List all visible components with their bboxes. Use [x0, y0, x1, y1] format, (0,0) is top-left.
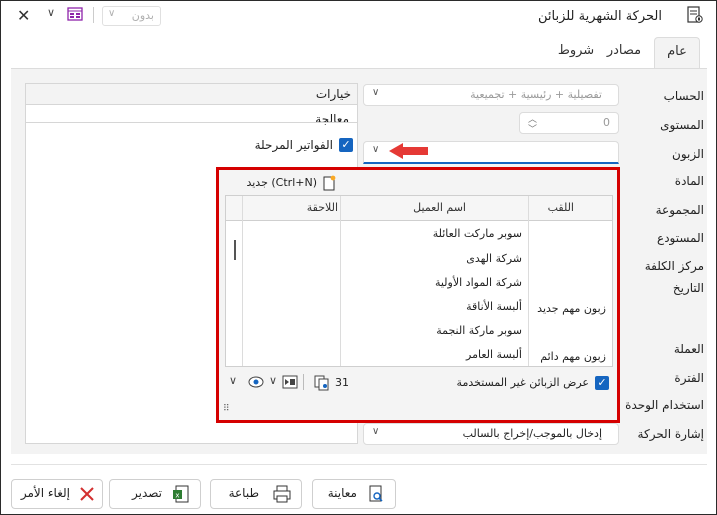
grid-cell-title[interactable]: زبون مهم دائم [540, 350, 606, 363]
movement-sign-select[interactable]: إدخال بالموجب/إخراج بالسالب ∨ [363, 423, 619, 445]
chevron-down-icon: ∨ [372, 144, 380, 155]
new-document-icon[interactable] [322, 175, 336, 191]
window-title: الحركة الشهرية للزبائن [537, 9, 662, 24]
scroll-handle[interactable] [234, 240, 236, 260]
excel-export-icon: x [173, 485, 189, 503]
customer-label: الزبون [672, 147, 704, 161]
preview-icon [369, 485, 383, 502]
tab-general[interactable]: عام [654, 37, 700, 69]
window-layout-icon[interactable] [66, 5, 84, 23]
posted-invoices-label: الفواتير المرحلة [254, 138, 333, 152]
currency-label: العملة [673, 342, 704, 356]
toolbar-divider [93, 7, 94, 23]
preview-button[interactable]: معاينة [312, 479, 396, 509]
show-unused-label: عرض الزبائن غير المستخدمة [456, 376, 589, 389]
record-count: 31 [335, 376, 349, 389]
level-value: 0 [603, 116, 610, 129]
grid-divider [242, 196, 243, 366]
popup-bottom-bar: ✓ عرض الزبائن غير المستخدمة 31 ∨ ∨ [225, 373, 611, 395]
customer-dropdown-popup: جديد (Ctrl+N) اللقب اسم العميل اللاحقة س… [216, 167, 620, 423]
close-icon[interactable]: ✕ [17, 6, 30, 25]
grid-cell-title[interactable]: زبون مهم جديد [537, 302, 606, 315]
period-label: الفترة [674, 371, 704, 385]
preview-label: معاينة [327, 486, 357, 500]
chevron-down-icon: ∨ [108, 8, 116, 19]
column-suffix[interactable]: اللاحقة [307, 201, 338, 214]
account-value: تفصيلية + رئيسية + تجميعية [470, 88, 602, 101]
options-header: خيارات [26, 84, 357, 105]
export-button[interactable]: تصدير x [109, 479, 201, 509]
export-label: تصدير [131, 486, 162, 500]
layout-icon[interactable] [282, 375, 298, 389]
tab-conditions[interactable]: شروط [554, 37, 598, 68]
print-button[interactable]: طباعة [210, 479, 302, 509]
print-label: طباعة [228, 486, 259, 500]
report-icon [687, 6, 703, 23]
svg-text:x: x [175, 492, 179, 500]
bar-divider [303, 374, 304, 390]
grid-cell-name[interactable]: ألبسة العامر [466, 348, 522, 361]
group-label: المجموعة [655, 203, 704, 217]
grid-divider [340, 196, 341, 366]
chevron-down-icon[interactable]: ∨ [47, 6, 55, 19]
grid-divider [528, 196, 529, 366]
show-unused-checkbox[interactable]: ✓ [595, 376, 609, 390]
cost-center-label: مركز الكلفة [644, 259, 704, 273]
view-select-value: بدون [131, 9, 154, 22]
grid-header: اللقب اسم العميل اللاحقة [226, 196, 612, 221]
cancel-label: إلغاء الأمر [20, 486, 70, 500]
chevron-down-icon[interactable]: ∨ [229, 374, 237, 387]
grid-cell-name[interactable]: شركة المواد الأولية [435, 276, 522, 289]
warehouse-label: المستودع [657, 231, 704, 245]
movement-sign-value: إدخال بالموجب/إخراج بالسالب [462, 427, 602, 440]
search-options-icon[interactable] [247, 375, 265, 389]
customer-grid: اللقب اسم العميل اللاحقة سوبر ماركت العا… [225, 195, 613, 367]
chevron-down-icon[interactable]: ∨ [269, 374, 277, 387]
posted-invoices-checkbox[interactable]: ✓ [339, 138, 353, 152]
material-label: المادة [674, 174, 704, 188]
grid-cell-name[interactable]: سوبر ماركت العائلة [433, 227, 522, 240]
account-select[interactable]: تفصيلية + رئيسية + تجميعية ∨ [363, 84, 619, 106]
report-window: الحركة الشهرية للزبائن ✕ ∨ بدون ∨ عام مص… [0, 0, 717, 515]
resize-grip-icon[interactable]: ⠿ [223, 404, 230, 414]
footer-divider [11, 464, 707, 465]
grid-cell-name[interactable]: سوبر ماركة النجمة [436, 324, 522, 337]
copy-view-icon[interactable] [313, 374, 330, 391]
account-label: الحساب [663, 89, 704, 103]
column-title[interactable]: اللقب [548, 201, 574, 214]
date-label: التاريخ [672, 281, 704, 295]
chevron-down-icon: ∨ [372, 426, 380, 437]
grid-cell-name[interactable]: ألبسة الأناقة [466, 300, 522, 313]
chevron-down-icon: ∨ [372, 87, 380, 98]
level-label: المستوى [660, 118, 704, 132]
options-title: خيارات [315, 87, 351, 101]
level-stepper[interactable]: 0 ︿ ﹀ [519, 112, 619, 135]
section-divider [26, 122, 357, 123]
grid-cell-name[interactable]: شركة الهدى [466, 252, 522, 265]
chevron-down-icon[interactable]: ﹀ [528, 122, 537, 135]
printer-icon [273, 485, 291, 503]
tab-sources[interactable]: مصادر [602, 37, 646, 68]
unit-usage-label: استخدام الوحدة [625, 398, 704, 412]
pointer-arrow-icon [389, 143, 428, 159]
view-select[interactable]: بدون ∨ [102, 6, 161, 26]
new-button[interactable]: جديد (Ctrl+N) [246, 176, 317, 189]
column-name[interactable]: اسم العميل [413, 201, 466, 214]
cancel-x-icon [80, 487, 94, 501]
options-section-title: معالجة [315, 112, 349, 126]
cancel-button[interactable]: إلغاء الأمر [11, 479, 103, 509]
movement-sign-label: إشارة الحركة [637, 427, 704, 441]
